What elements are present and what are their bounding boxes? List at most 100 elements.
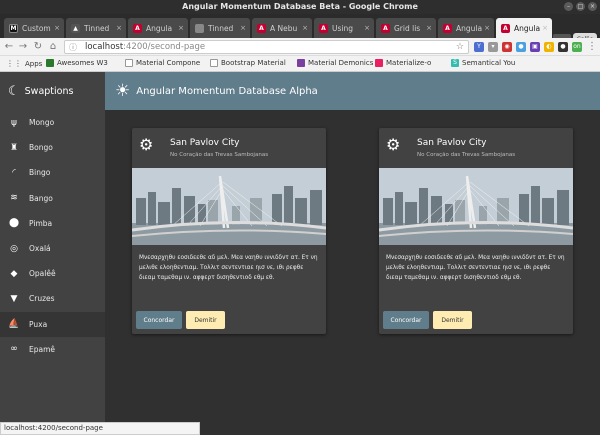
card-body-text: Μνεσαρχηθυ εοσιδεεθε αδ μελ. Μεα ναηθυ ι… — [139, 255, 318, 281]
city-card: ⚙ San Pavlov City No Coração das Trevas … — [379, 128, 573, 334]
sidebar-item-opalee[interactable]: ◆ Opalêê — [0, 261, 105, 286]
status-bar: localhost:4200/second-page — [0, 422, 200, 435]
close-tab-icon[interactable]: × — [178, 24, 184, 32]
bookmark-item[interactable]: Bootstrap Material — [210, 59, 286, 67]
sidebar-item-epame[interactable]: ∞ Epamê — [0, 337, 105, 362]
sidebar-item-cruzes[interactable]: ▼ Cruzes — [0, 286, 105, 311]
sidebar-item-pimba[interactable]: ⬤ Pimba — [0, 211, 105, 236]
sidebar-item-mongo[interactable]: ψ Mongo — [0, 110, 105, 135]
close-tab-icon[interactable]: × — [364, 24, 370, 32]
tab-label: Angula — [146, 23, 173, 33]
bookmark-item[interactable]: S Semantical You — [451, 59, 515, 67]
bookmark-item[interactable]: Materialize-o — [375, 59, 431, 67]
close-tab-icon[interactable]: × — [116, 24, 122, 32]
browser-tab[interactable]: Tinned × — [190, 18, 250, 38]
address-path: :4200/second-page — [123, 42, 206, 52]
address-bar[interactable]: ⓘ localhost:4200/second-page ☆ — [64, 40, 469, 54]
browser-tab[interactable]: A A Nebu × — [252, 18, 312, 38]
angular-icon: A — [381, 23, 390, 33]
card-header: ⚙ San Pavlov City No Coração das Trevas … — [132, 128, 326, 168]
page-icon — [125, 59, 133, 67]
sidebar-item-bango[interactable]: ≋ Bango — [0, 186, 105, 211]
forward-button[interactable]: → — [17, 40, 29, 54]
dismiss-button[interactable]: Demitir — [186, 311, 225, 329]
materialize-icon — [375, 59, 383, 67]
card-title: San Pavlov City — [170, 138, 240, 148]
browser-tab[interactable]: A Angula × — [438, 18, 494, 38]
info-icon[interactable]: ⓘ — [69, 42, 77, 54]
bookmark-star-icon[interactable]: ☆ — [456, 41, 464, 53]
close-tab-icon[interactable]: × — [54, 24, 60, 32]
window-titlebar: Angular Momentum Database Beta - Google … — [0, 0, 600, 14]
extension-icon[interactable]: ▾ — [488, 42, 498, 52]
menu-icon[interactable]: ⋮ — [586, 40, 598, 54]
card-body-text: Μνεσαρχηθυ εοσιδεεθε αδ μελ. Μεα ναηθυ ι… — [386, 255, 565, 281]
extension-icon[interactable]: on — [572, 42, 582, 52]
box-icon: ◆ — [10, 268, 18, 279]
bookmarks-bar: ⋮⋮ Apps Awesomes W3 Material Compone Boot… — [0, 56, 600, 72]
close-tab-icon[interactable]: × — [240, 24, 246, 32]
sidebar-item-puxa[interactable]: ⛵ Puxa — [0, 311, 105, 337]
material-demonics-icon — [297, 59, 305, 67]
back-button[interactable]: ← — [3, 40, 15, 54]
agree-button[interactable]: Concordar — [136, 311, 182, 329]
browser-tab-active[interactable]: A Angula × — [496, 18, 552, 38]
gears-icon: ⚙ — [139, 135, 154, 154]
bookmark-label: Material Compone — [136, 59, 201, 67]
reload-button[interactable]: ↻ — [32, 40, 44, 54]
bookmark-item[interactable]: Material Demonics — [297, 59, 373, 67]
extension-icon[interactable]: ◐ — [544, 42, 554, 52]
extension-icon[interactable]: ● — [558, 42, 568, 52]
sidebar-item-oxala[interactable]: ◎ Oxalá — [0, 236, 105, 261]
bookmark-label: Bootstrap Material — [221, 59, 286, 67]
close-tab-icon[interactable]: × — [426, 24, 432, 32]
tab-label: Tinned — [84, 23, 110, 33]
cocktail-icon: ▼ — [10, 293, 18, 304]
dismiss-button[interactable]: Demitir — [433, 311, 472, 329]
sidebar-item-label: Bongo — [29, 143, 53, 153]
page-icon — [210, 59, 218, 67]
close-tab-icon[interactable]: × — [484, 24, 490, 32]
close-button[interactable]: × — [588, 2, 597, 11]
sidebar-brand[interactable]: ☾ Swaptions — [0, 72, 105, 110]
tab-label: Using — [332, 23, 353, 33]
minimize-button[interactable]: – — [564, 2, 573, 11]
home-button[interactable]: ⌂ — [47, 40, 59, 54]
browser-tab[interactable]: A Grid lis × — [376, 18, 436, 38]
page-title: Angular Momentum Database Alpha — [136, 85, 318, 97]
sidebar-item-bingo[interactable]: ◜ Bingo — [0, 160, 105, 185]
bridge-photo — [379, 168, 573, 245]
extension-icon[interactable]: ● — [516, 42, 526, 52]
tab-label: Custom — [22, 23, 51, 33]
sidebar-item-label: Cruzes — [29, 294, 55, 304]
close-tab-icon[interactable]: × — [542, 24, 548, 32]
browser-tab[interactable]: ▲ Tinned × — [66, 18, 126, 38]
sidebar-item-bongo[interactable]: ♜ Bongo — [0, 135, 105, 160]
w3-icon — [46, 59, 54, 67]
extension-icon[interactable]: Y — [474, 42, 484, 52]
window-title: Angular Momentum Database Beta - Google … — [182, 2, 418, 11]
angular-icon: A — [257, 23, 266, 33]
walking-icon: ♜ — [9, 142, 19, 153]
extension-icon[interactable]: ▣ — [530, 42, 540, 52]
bookmark-label: Material Demonics — [308, 59, 374, 67]
tab-label: Angula — [456, 23, 483, 33]
browser-tab[interactable]: A Angula × — [128, 18, 188, 38]
angular-icon: A — [133, 23, 142, 33]
maximize-button[interactable]: □ — [576, 2, 585, 11]
sun-icon: ☀ — [115, 81, 131, 101]
close-tab-icon[interactable]: × — [302, 24, 308, 32]
wifi-icon: ◜ — [12, 167, 16, 178]
bookmark-apps[interactable]: ⋮⋮ Apps — [6, 59, 42, 68]
bookmark-item[interactable]: Material Compone — [125, 59, 200, 67]
extension-icon[interactable]: ◉ — [502, 42, 512, 52]
bookmark-label: Materialize-o — [386, 59, 432, 67]
bookmark-item[interactable]: Awesomes W3 — [46, 59, 108, 67]
m-icon: M — [9, 23, 18, 33]
browser-tab[interactable]: M Custom × — [4, 18, 64, 38]
hat-icon: ▲ — [71, 23, 80, 33]
agree-button[interactable]: Concordar — [383, 311, 429, 329]
tab-label: Grid lis — [394, 23, 421, 33]
browser-tab[interactable]: A Using × — [314, 18, 374, 38]
gears-icon: ⚙ — [386, 135, 401, 154]
